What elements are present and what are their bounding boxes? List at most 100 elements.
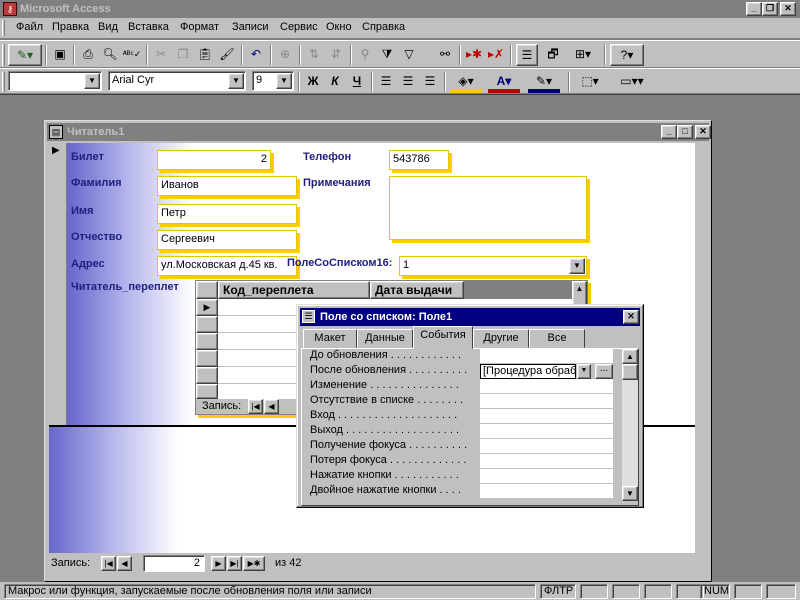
fill-color-icon[interactable]: ◈▾ xyxy=(450,71,482,93)
notes-field[interactable] xyxy=(389,176,587,240)
property-value[interactable] xyxy=(480,439,613,454)
restore-button[interactable]: ❐ xyxy=(762,2,778,16)
hyperlink-icon[interactable]: ⊕ xyxy=(274,44,296,66)
property-value[interactable] xyxy=(480,394,613,409)
tab-data[interactable]: Данные xyxy=(357,329,413,348)
toolbar-gripper[interactable] xyxy=(2,72,5,92)
properties-icon[interactable]: ☰ xyxy=(516,44,538,66)
print-preview-icon[interactable]: 🔍︎ xyxy=(99,44,121,66)
chevron-down-icon[interactable]: ▼ xyxy=(84,73,100,89)
property-value[interactable] xyxy=(480,424,613,439)
first-record-icon[interactable]: |◀ xyxy=(248,399,263,414)
tab-events[interactable]: События xyxy=(413,326,473,349)
next-record-icon[interactable]: ▶ xyxy=(211,556,226,571)
italic-button[interactable]: К xyxy=(324,71,346,93)
menu-format[interactable]: Формат xyxy=(180,21,219,33)
font-combo[interactable]: Arial Cyr ▼ xyxy=(108,71,246,91)
access-key-icon[interactable]: ⚷ xyxy=(3,2,17,16)
menu-view[interactable]: Вид xyxy=(98,21,118,33)
scroll-up-icon[interactable]: ▲ xyxy=(622,349,638,364)
patronymic-field[interactable]: Сергеевич xyxy=(157,230,297,250)
phone-field[interactable]: 543786 xyxy=(389,150,449,170)
property-value[interactable] xyxy=(480,484,613,499)
grid-row-selectors[interactable]: ▶ xyxy=(196,299,218,399)
sort-descending-icon[interactable]: ⇵ xyxy=(325,44,347,66)
view-icon[interactable]: ✎▾ xyxy=(8,44,42,66)
align-center-icon[interactable]: ☰ xyxy=(397,71,419,93)
font-size-combo[interactable]: 9 ▼ xyxy=(252,71,294,91)
line-color-icon[interactable]: ✎▾ xyxy=(528,71,560,93)
property-sheet-close-button[interactable]: ✕ xyxy=(623,310,639,324)
row-selector[interactable] xyxy=(196,367,218,384)
property-vertical-scrollbar[interactable]: ▲ ▼ xyxy=(622,349,638,501)
undo-icon[interactable]: ↶ xyxy=(245,44,267,66)
border-width-icon[interactable]: ⬚▾ xyxy=(574,71,606,93)
find-icon[interactable]: ⚯ xyxy=(434,44,456,66)
property-row[interactable]: Изменение . . . . . . . . . . . . . . . xyxy=(305,379,617,394)
save-icon[interactable]: ▣ xyxy=(49,44,71,66)
menu-help[interactable]: Справка xyxy=(362,21,405,33)
filter-by-selection-icon[interactable]: ⚲ xyxy=(354,44,376,66)
menu-tools[interactable]: Сервис xyxy=(280,21,318,33)
previous-record-icon[interactable]: ◀ xyxy=(117,556,132,571)
chevron-down-icon[interactable]: ▼ xyxy=(228,73,244,89)
menu-records[interactable]: Записи xyxy=(232,21,269,33)
new-object-icon[interactable]: ⊞▾ xyxy=(566,44,600,66)
property-row[interactable]: До обновления . . . . . . . . . . . . xyxy=(305,349,617,364)
close-button[interactable]: ✕ xyxy=(780,2,796,16)
property-value[interactable] xyxy=(480,349,613,364)
chevron-down-icon[interactable]: ▼ xyxy=(569,258,585,274)
row-selector[interactable] xyxy=(196,316,218,333)
property-row[interactable]: Получение фокуса . . . . . . . . . . xyxy=(305,439,617,454)
chevron-down-icon[interactable]: ▼ xyxy=(276,73,292,89)
object-combo[interactable]: ▼ xyxy=(8,71,102,91)
record-selector[interactable]: ▶ xyxy=(49,143,67,425)
form-icon[interactable]: ▤ xyxy=(49,125,63,139)
current-record-field[interactable]: 2 xyxy=(143,555,205,572)
column-header-issue-date[interactable]: Дата выдачи xyxy=(370,281,464,299)
scroll-up-icon[interactable]: ▲ xyxy=(573,284,586,293)
form-maximize-button[interactable]: □ xyxy=(677,125,693,139)
grid-corner[interactable] xyxy=(196,281,218,299)
builder-button[interactable]: ... xyxy=(595,364,613,379)
property-value[interactable]: [Процедура обработки] xyxy=(480,364,576,379)
address-field[interactable]: ул.Московская д.45 кв. xyxy=(157,256,297,276)
menu-insert[interactable]: Вставка xyxy=(128,21,169,33)
bold-button[interactable]: Ж xyxy=(302,71,324,93)
property-sheet-title-bar[interactable]: Поле со списком: Поле1 xyxy=(300,308,640,326)
property-row[interactable]: Вход . . . . . . . . . . . . . . . . . .… xyxy=(305,409,617,424)
menu-gripper[interactable] xyxy=(2,20,5,36)
form-minimize-button[interactable]: _ xyxy=(661,125,677,139)
toolbar-gripper[interactable] xyxy=(2,44,5,66)
help-icon[interactable]: ?▾ xyxy=(610,44,644,66)
property-value[interactable] xyxy=(480,454,613,469)
format-painter-icon[interactable]: 🖌︎ xyxy=(216,44,238,66)
chevron-down-icon[interactable]: ▼ xyxy=(577,364,591,379)
property-row[interactable]: Отсутствие в списке . . . . . . . . xyxy=(305,394,617,409)
delete-record-icon[interactable]: ▸✗ xyxy=(485,44,507,66)
column-header-binding-code[interactable]: Код_переплета xyxy=(218,281,370,299)
row-selector[interactable] xyxy=(196,333,218,350)
minimize-button[interactable]: _ xyxy=(746,2,762,16)
font-color-icon[interactable]: A▾ xyxy=(488,71,520,93)
new-record-nav-icon[interactable]: ▶✱ xyxy=(243,556,265,571)
first-record-icon[interactable]: |◀ xyxy=(101,556,116,571)
cut-icon[interactable]: ✂ xyxy=(150,44,172,66)
combo-field[interactable]: 1 ▼ xyxy=(399,256,587,276)
ticket-field[interactable]: 2 xyxy=(157,150,271,170)
tab-other[interactable]: Другие xyxy=(473,329,529,348)
form-close-button[interactable]: ✕ xyxy=(695,125,711,139)
property-value[interactable] xyxy=(480,379,613,394)
database-window-icon[interactable]: 🗗︎ xyxy=(542,44,564,66)
scroll-down-icon[interactable]: ▼ xyxy=(622,486,638,501)
filter-by-form-icon[interactable]: ⧩ xyxy=(376,44,398,66)
paste-icon[interactable]: 📋︎ xyxy=(194,44,216,66)
special-effect-icon[interactable]: ▭▾▾ xyxy=(612,71,652,93)
property-value[interactable] xyxy=(480,409,613,424)
property-value[interactable] xyxy=(480,469,613,484)
tab-all[interactable]: Все xyxy=(529,329,585,348)
property-row[interactable]: Нажатие кнопки . . . . . . . . . . . xyxy=(305,469,617,484)
menu-window[interactable]: Окно xyxy=(326,21,352,33)
align-left-icon[interactable]: ☰ xyxy=(375,71,397,93)
row-selector[interactable] xyxy=(196,350,218,367)
